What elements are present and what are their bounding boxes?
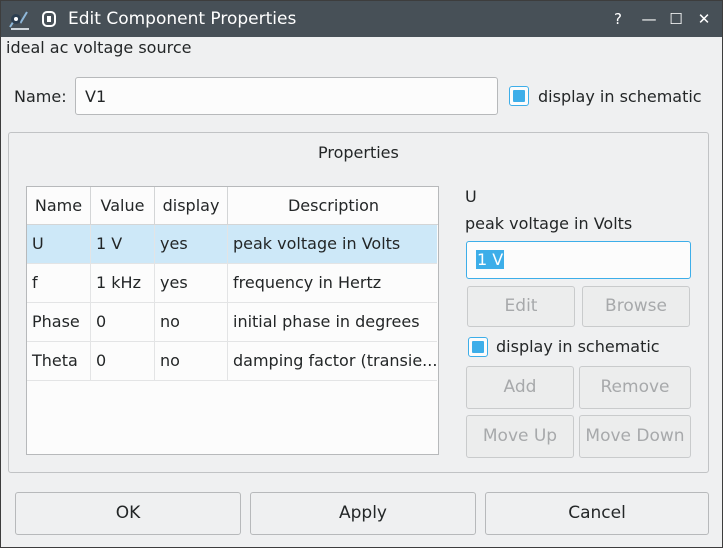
- properties-table[interactable]: Name Value display Description U 1 V yes…: [26, 186, 439, 455]
- property-display-label: display in schematic: [496, 337, 660, 356]
- title-bar[interactable]: Edit Component Properties ? — ☐ ✕: [1, 1, 722, 37]
- table-row[interactable]: U 1 V yes peak voltage in Volts: [27, 225, 437, 264]
- cell-value: 1 V: [91, 225, 155, 263]
- cell-name: Phase: [27, 303, 91, 341]
- properties-group-title: Properties: [318, 143, 399, 162]
- cell-display: no: [155, 303, 228, 341]
- maximize-button[interactable]: ☐: [665, 8, 687, 30]
- cell-description: frequency in Hertz: [233, 273, 382, 292]
- selected-property-name: U: [465, 187, 477, 206]
- property-value-input[interactable]: 1 V: [466, 241, 691, 279]
- cell-description: damping factor (transie...: [233, 351, 437, 370]
- apply-button[interactable]: Apply: [250, 492, 476, 535]
- cell-value: 0: [91, 342, 155, 380]
- column-header-display[interactable]: display: [155, 187, 228, 225]
- name-input-value: V1: [85, 87, 107, 106]
- component-description: ideal ac voltage source: [6, 38, 192, 57]
- move-up-button[interactable]: Move Up: [466, 415, 574, 458]
- edit-button[interactable]: Edit: [467, 286, 575, 327]
- display-in-schematic-checkbox[interactable]: [509, 86, 529, 106]
- table-row[interactable]: Theta 0 no damping factor (transie...: [27, 342, 437, 381]
- column-header-description[interactable]: Description: [228, 187, 438, 225]
- display-in-schematic-label: display in schematic: [538, 87, 702, 106]
- property-value-text: 1 V: [476, 250, 505, 269]
- close-button[interactable]: ✕: [693, 8, 715, 30]
- browse-button[interactable]: Browse: [582, 286, 690, 327]
- table-row[interactable]: Phase 0 no initial phase in degrees: [27, 303, 437, 342]
- add-button[interactable]: Add: [466, 366, 574, 409]
- cell-name: U: [27, 225, 91, 263]
- minimize-button[interactable]: —: [638, 8, 660, 30]
- cancel-button[interactable]: Cancel: [485, 492, 709, 535]
- help-button[interactable]: ?: [607, 8, 629, 30]
- cell-display: yes: [155, 225, 228, 263]
- ok-button[interactable]: OK: [15, 492, 241, 535]
- remove-button[interactable]: Remove: [579, 366, 691, 409]
- cell-description: initial phase in degrees: [233, 312, 420, 331]
- pin-icon[interactable]: [38, 8, 60, 30]
- selected-property-description: peak voltage in Volts: [465, 214, 633, 233]
- cell-description: peak voltage in Volts: [233, 234, 401, 253]
- name-input[interactable]: V1: [75, 77, 498, 115]
- cell-display: no: [155, 342, 228, 380]
- table-row[interactable]: f 1 kHz yes frequency in Hertz: [27, 264, 437, 303]
- cell-name: Theta: [27, 342, 91, 380]
- app-icon: [9, 11, 29, 30]
- edit-component-properties-dialog: Edit Component Properties ? — ☐ ✕ ideal …: [0, 0, 723, 548]
- move-down-button[interactable]: Move Down: [579, 415, 691, 458]
- window-title: Edit Component Properties: [68, 9, 297, 29]
- cell-name: f: [27, 264, 91, 302]
- cell-value: 0: [91, 303, 155, 341]
- column-header-name[interactable]: Name: [27, 187, 91, 225]
- cell-value: 1 kHz: [91, 264, 155, 302]
- cell-display: yes: [155, 264, 228, 302]
- name-label: Name:: [14, 87, 67, 106]
- column-header-value[interactable]: Value: [91, 187, 155, 225]
- property-display-checkbox[interactable]: [468, 337, 488, 357]
